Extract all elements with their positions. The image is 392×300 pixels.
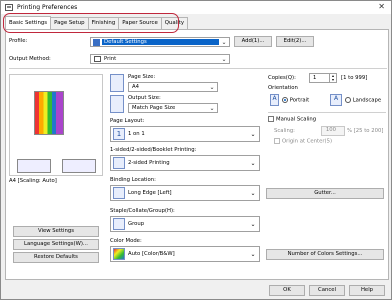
print-icon bbox=[94, 56, 101, 62]
scaling-spinner[interactable]: 100 bbox=[321, 126, 345, 136]
staple-label: Staple/Collate/Group(H): bbox=[110, 208, 175, 214]
copies-value: 1 bbox=[313, 75, 317, 81]
one-sided-preview-icon[interactable] bbox=[17, 159, 51, 173]
printing-mode-select[interactable]: 2-sided Printing ⌄ bbox=[110, 155, 260, 171]
page-thumbnail bbox=[34, 91, 64, 135]
spin-arrows-icon[interactable]: ▴ ▾ bbox=[329, 74, 336, 82]
orientation-label: Orientation bbox=[268, 85, 298, 91]
add-profile-button[interactable]: Add(1)... bbox=[234, 36, 272, 47]
profile-icon bbox=[93, 38, 100, 46]
window-title: Printing Preferences bbox=[17, 4, 78, 11]
two-sided-icon bbox=[113, 157, 125, 169]
page-layout-icon: 1 bbox=[113, 128, 125, 140]
ok-button[interactable]: OK bbox=[269, 285, 305, 296]
edit-profile-button[interactable]: Edit(2)... bbox=[276, 36, 314, 47]
page-preview bbox=[9, 74, 103, 176]
chevron-down-icon: ⌄ bbox=[250, 159, 256, 167]
landscape-icon: A bbox=[330, 94, 342, 106]
color-mode-value: Auto [Color/B&W] bbox=[128, 251, 175, 257]
tab-basic-settings[interactable]: Basic Settings bbox=[5, 16, 52, 29]
basic-settings-panel: Profile: Default Settings ⌄ Add(1)... Ed… bbox=[5, 29, 389, 280]
number-of-colors-button[interactable]: Number of Colors Settings... bbox=[266, 249, 384, 260]
binding-location-label: Binding Location: bbox=[110, 177, 156, 183]
manual-scaling-checkbox[interactable]: Manual Scaling bbox=[268, 116, 316, 123]
two-sided-preview-icon[interactable] bbox=[62, 159, 96, 173]
page-size-icon bbox=[110, 74, 124, 92]
tab-quality[interactable]: Quality bbox=[160, 17, 189, 29]
output-size-icon bbox=[110, 95, 124, 113]
landscape-radio[interactable]: Landscape bbox=[345, 97, 381, 104]
page-layout-select[interactable]: 1 1 on 1 ⌄ bbox=[110, 126, 260, 142]
page-size-label: Page Size: bbox=[128, 74, 156, 80]
preview-caption: A4 [Scaling: Auto] bbox=[9, 178, 57, 184]
language-settings-button[interactable]: Language Settings(W)... bbox=[13, 239, 99, 250]
printing-preferences-window: Printing Preferences ✕ Basic Settings Pa… bbox=[0, 0, 392, 300]
output-size-select[interactable]: Match Page Size ⌄ bbox=[128, 103, 218, 113]
color-mode-icon bbox=[113, 248, 125, 260]
chevron-down-icon: ⌄ bbox=[250, 130, 256, 138]
help-button[interactable]: Help bbox=[349, 285, 385, 296]
portrait-label: Portrait bbox=[289, 97, 310, 104]
gutter-button[interactable]: Gutter... bbox=[266, 188, 384, 199]
chevron-down-icon: ⌄ bbox=[221, 55, 227, 63]
scaling-label: Scaling: bbox=[274, 128, 295, 134]
page-size-value: A4 bbox=[132, 84, 139, 90]
origin-at-center-checkbox[interactable]: Origin at Center(5) bbox=[274, 138, 332, 145]
scaling-range: % [25 to 200] bbox=[347, 128, 384, 134]
binding-icon bbox=[113, 187, 125, 199]
close-icon[interactable]: ✕ bbox=[378, 2, 385, 11]
chevron-down-icon: ⌄ bbox=[250, 189, 256, 197]
printer-icon bbox=[5, 4, 13, 11]
printing-mode-value: 2-sided Printing bbox=[128, 160, 170, 166]
output-size-value: Match Page Size bbox=[132, 105, 176, 111]
portrait-radio[interactable]: Portrait bbox=[282, 97, 309, 104]
output-method-label: Output Method: bbox=[9, 56, 51, 62]
manual-scaling-label: Manual Scaling bbox=[276, 116, 317, 123]
page-layout-value: 1 on 1 bbox=[128, 131, 145, 137]
tab-paper-source[interactable]: Paper Source bbox=[118, 17, 162, 29]
divider bbox=[9, 68, 387, 69]
binding-location-value: Long Edge [Left] bbox=[128, 190, 172, 196]
color-mode-select[interactable]: Auto [Color/B&W] ⌄ bbox=[110, 246, 260, 262]
chevron-down-icon: ⌄ bbox=[250, 220, 256, 228]
title-bar: Printing Preferences ✕ bbox=[1, 1, 391, 14]
page-size-select[interactable]: A4 ⌄ bbox=[128, 82, 218, 92]
staple-value: Group bbox=[128, 221, 145, 227]
portrait-icon: A bbox=[270, 94, 279, 106]
portrait-radio-dot[interactable] bbox=[282, 97, 288, 103]
tab-bar: Basic Settings Page Setup Finishing Pape… bbox=[5, 16, 189, 29]
staple-select[interactable]: Group ⌄ bbox=[110, 216, 260, 232]
output-method-value: Print bbox=[104, 56, 117, 62]
binding-location-select[interactable]: Long Edge [Left] ⌄ bbox=[110, 185, 260, 201]
profile-select[interactable]: Default Settings ⌄ bbox=[90, 37, 230, 47]
output-size-label: Output Size: bbox=[128, 95, 161, 101]
view-settings-button[interactable]: View Settings bbox=[13, 226, 99, 237]
copies-spinner[interactable]: 1 ▴ ▾ bbox=[309, 73, 337, 83]
chevron-down-icon: ⌄ bbox=[209, 104, 215, 112]
tab-page-setup[interactable]: Page Setup bbox=[50, 17, 89, 29]
profile-value: Default Settings bbox=[102, 39, 219, 45]
printing-mode-label: 1-sided/2-sided/Booklet Printing: bbox=[110, 147, 197, 153]
page-layout-label: Page Layout: bbox=[110, 118, 145, 124]
profile-label: Profile: bbox=[9, 38, 28, 44]
chevron-down-icon: ⌄ bbox=[209, 83, 215, 91]
landscape-radio-dot[interactable] bbox=[345, 97, 351, 103]
checkbox-box[interactable] bbox=[274, 138, 280, 144]
group-icon bbox=[113, 218, 125, 230]
copies-label: Copies(Q): bbox=[268, 75, 296, 81]
color-mode-label: Color Mode: bbox=[110, 238, 142, 244]
checkbox-box[interactable] bbox=[268, 116, 274, 122]
origin-at-center-label: Origin at Center(5) bbox=[282, 138, 333, 145]
copies-range: [1 to 999] bbox=[341, 75, 368, 81]
restore-defaults-button[interactable]: Restore Defaults bbox=[13, 252, 99, 263]
orientation-group: A Portrait A Landscape bbox=[270, 94, 390, 108]
scaling-value: 100 bbox=[325, 127, 336, 133]
landscape-label: Landscape bbox=[352, 97, 382, 104]
output-method-select[interactable]: Print ⌄ bbox=[90, 54, 230, 64]
chevron-down-icon: ⌄ bbox=[250, 250, 256, 258]
chevron-down-icon: ⌄ bbox=[221, 38, 227, 46]
tab-finishing[interactable]: Finishing bbox=[87, 17, 120, 29]
divider bbox=[268, 112, 386, 113]
cancel-button[interactable]: Cancel bbox=[309, 285, 345, 296]
